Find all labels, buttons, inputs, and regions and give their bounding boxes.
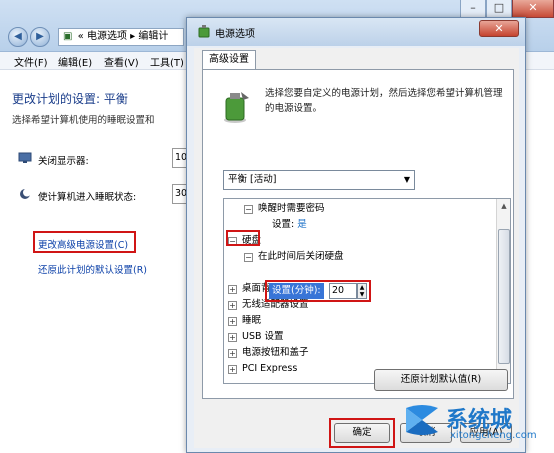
watermark-url: xitongcheng.com — [450, 430, 537, 441]
tab-advanced-settings[interactable]: 高级设置 — [202, 50, 256, 70]
restore-defaults-link[interactable]: 还原此计划的默认设置(R) — [38, 262, 147, 276]
tree-scrollbar[interactable]: ▲ ▼ — [496, 199, 510, 383]
minimize-button[interactable]: – — [460, 0, 486, 18]
menu-view[interactable]: 查看(V) — [104, 54, 139, 69]
expand-icon[interactable]: + — [228, 333, 237, 342]
control-panel-icon: ▣ — [63, 31, 73, 42]
site-watermark: 系统城 xitongcheng.com — [398, 400, 548, 450]
tree-item-usb[interactable]: + USB 设置 — [228, 329, 284, 345]
expand-icon[interactable]: + — [228, 349, 237, 358]
dialog-titlebar: 电源选项 ✕ — [187, 18, 525, 46]
back-arrow-icon[interactable]: ◀ — [8, 27, 28, 47]
scroll-up-icon[interactable]: ▲ — [498, 200, 510, 212]
xitongcheng-logo-icon — [406, 405, 438, 435]
sleep-setting: 使计算机进入睡眠状态: — [20, 188, 137, 203]
expand-icon[interactable]: + — [228, 317, 237, 326]
wake-password-value[interactable]: 是 — [297, 219, 307, 230]
dialog-title: 电源选项 — [215, 29, 255, 40]
forward-arrow-icon[interactable]: ▶ — [30, 27, 50, 47]
highlight-box-hard-disk — [226, 230, 260, 246]
expand-icon[interactable]: + — [228, 285, 237, 294]
address-bar[interactable]: ▣ « 电源选项 ▸ 编辑计 — [58, 28, 184, 46]
tree-item-power-buttons-lid[interactable]: + 电源按钮和盖子 — [228, 345, 309, 361]
tree-item-sleep[interactable]: + 睡眠 — [228, 313, 261, 329]
display-off-setting: 关闭显示器: — [18, 152, 89, 167]
monitor-icon — [18, 152, 32, 163]
menu-edit[interactable]: 编辑(E) — [58, 54, 92, 69]
collapse-icon[interactable]: − — [244, 205, 253, 214]
restore-plan-defaults-button[interactable]: 还原计划默认值(R) — [374, 369, 508, 391]
page-subtitle: 选择希望计算机使用的睡眠设置和 — [12, 115, 155, 126]
highlight-box-disk-minutes — [265, 280, 371, 302]
menu-tools[interactable]: 工具(T) — [150, 54, 184, 69]
expand-icon[interactable]: + — [228, 301, 237, 310]
highlight-box-ok-button — [329, 418, 395, 448]
dialog-close-button[interactable]: ✕ — [479, 20, 519, 37]
display-off-label: 关闭显示器: — [38, 156, 89, 167]
maximize-button[interactable]: □ — [486, 0, 512, 18]
address-prefix: « — [77, 31, 84, 42]
highlight-box-advanced-link — [33, 231, 136, 253]
page-title: 更改计划的设置: 平衡 — [12, 92, 128, 106]
tree-item-wake-password[interactable]: − 唤醒时需要密码 — [244, 201, 325, 217]
tree-item-wake-password-setting[interactable]: 设置: 是 — [272, 217, 307, 233]
dialog-description: 选择您要自定义的电源计划，然后选择您希望计算机管理的电源设置。 — [265, 88, 503, 114]
close-button[interactable]: ✕ — [512, 0, 554, 18]
power-plan-dropdown[interactable]: 平衡 [活动] ▼ — [223, 170, 415, 190]
scrollbar-thumb[interactable] — [498, 229, 510, 364]
collapse-icon[interactable]: − — [244, 253, 253, 262]
tree-item-pci-express[interactable]: + PCI Express — [228, 361, 297, 377]
power-plan-selected: 平衡 [活动] — [228, 174, 277, 185]
sleep-label: 使计算机进入睡眠状态: — [38, 192, 137, 203]
tree-item-turn-off-disk[interactable]: − 在此时间后关闭硬盘 — [244, 249, 344, 265]
expand-icon[interactable]: + — [228, 365, 237, 374]
battery-icon — [224, 92, 249, 123]
dropdown-arrow-icon: ▼ — [403, 175, 410, 184]
advanced-settings-panel: 选择您要自定义的电源计划，然后选择您希望计算机管理的电源设置。 平衡 [活动] … — [202, 69, 514, 399]
power-options-dialog: 电源选项 ✕ 高级设置 选择您要自定义的电源计划，然后选择您希望计算机管理的电源… — [186, 17, 526, 453]
power-options-icon — [198, 25, 210, 38]
dialog-body: 高级设置 选择您要自定义的电源计划，然后选择您希望计算机管理的电源设置。 平衡 … — [194, 48, 519, 448]
address-path: 电源选项 ▸ 编辑计 — [86, 31, 169, 42]
menu-file[interactable]: 文件(F) — [14, 54, 48, 69]
moon-icon — [20, 188, 31, 199]
